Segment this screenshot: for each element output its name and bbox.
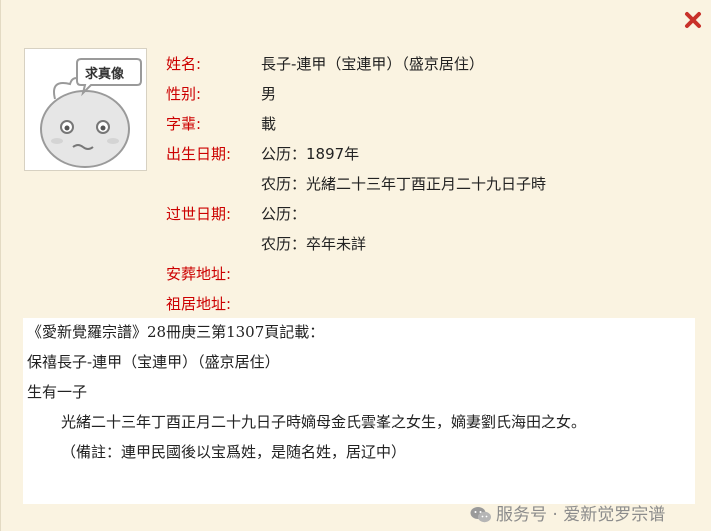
burial-label: 安葬地址: <box>166 265 232 283</box>
record-source-line: 《愛新覺羅宗譜》28冊庚三第1307頁記載： <box>27 323 325 341</box>
close-icon[interactable] <box>683 10 703 30</box>
death-label: 过世日期: <box>166 205 232 223</box>
watermark-text: 服务号 · 爱新觉罗宗谱 <box>496 505 666 525</box>
birth-lunar-value: 农历：光緒二十三年丁酉正月二十九日子時 <box>261 175 547 193</box>
record-note-line: （備註：連甲民國後以宝爲姓，是随名姓，居辽中） <box>61 443 407 461</box>
wechat-icon <box>470 507 491 523</box>
avatar-placeholder: 求真像 <box>24 48 147 171</box>
avatar-bubble-text: 求真像 <box>85 67 125 82</box>
birth-label: 出生日期: <box>166 145 232 163</box>
name-value: 長子-連甲（宝連甲）（盛京居住） <box>261 55 484 73</box>
genealogy-record-box: 《愛新覺羅宗譜》28冊庚三第1307頁記載： 保禧長子-連甲（宝連甲）（盛京居住… <box>23 318 695 504</box>
generation-value: 載 <box>261 115 277 133</box>
birth-gregorian-value: 公历：1897年 <box>261 145 360 163</box>
record-person-line: 保禧長子-連甲（宝連甲）（盛京居住） <box>27 353 280 371</box>
death-lunar-value: 农历：卒年未詳 <box>261 235 367 253</box>
ancestral-label: 祖居地址: <box>166 295 232 313</box>
record-children-line: 生有一子 <box>27 383 88 401</box>
name-label: 姓名: <box>166 55 202 73</box>
gender-value: 男 <box>261 85 277 103</box>
generation-label: 字輩: <box>166 115 202 133</box>
record-birth-line: 光緒二十三年丁酉正月二十九日子時嫡母金氏雲峯之女生，嫡妻劉氏海田之女。 <box>61 413 587 431</box>
close-button[interactable] <box>683 10 703 30</box>
person-detail-panel: 求真像 姓名: 長子-連甲（宝連甲）（盛京居住） 性别: 男 字輩: 載 出生日… <box>0 0 711 531</box>
death-gregorian-value: 公历： <box>261 205 307 223</box>
gender-label: 性别: <box>166 85 202 103</box>
